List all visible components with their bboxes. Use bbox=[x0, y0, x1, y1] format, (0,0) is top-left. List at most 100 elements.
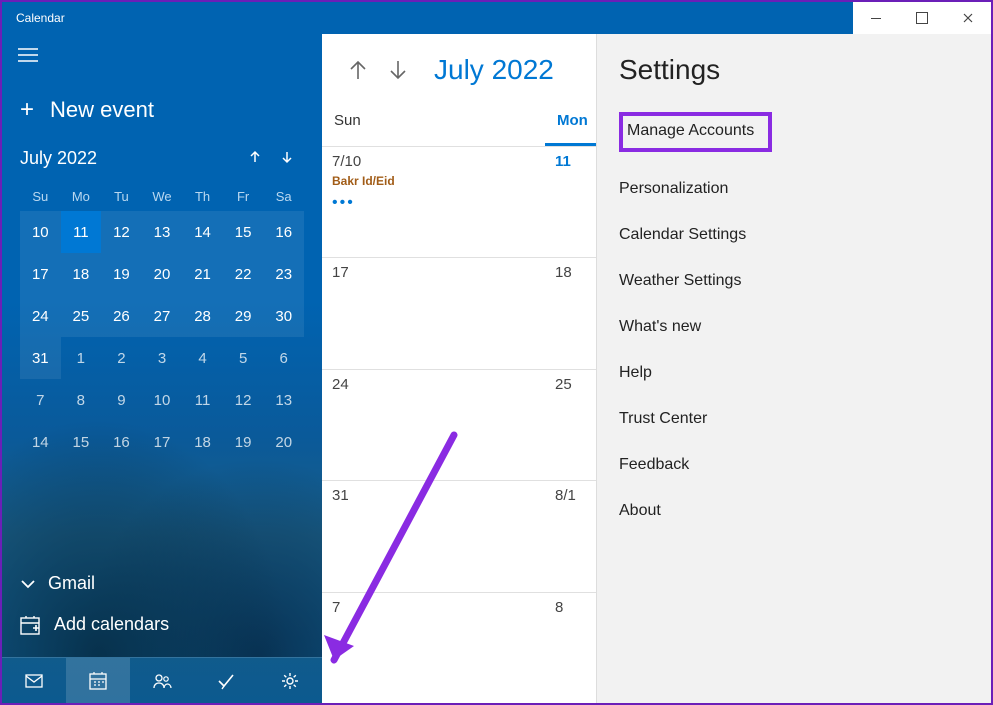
mini-day[interactable]: 13 bbox=[263, 379, 304, 421]
new-event-button[interactable]: + New event bbox=[2, 76, 322, 148]
mini-day[interactable]: 18 bbox=[182, 421, 223, 463]
mini-day[interactable]: 28 bbox=[182, 295, 223, 337]
mail-app-button[interactable] bbox=[2, 658, 66, 703]
mini-day[interactable]: 13 bbox=[142, 211, 183, 253]
mini-day[interactable]: 29 bbox=[223, 295, 264, 337]
main-month-title[interactable]: July 2022 bbox=[434, 54, 554, 86]
gear-icon bbox=[280, 671, 300, 691]
mini-day[interactable]: 26 bbox=[101, 295, 142, 337]
window-close-button[interactable] bbox=[945, 2, 991, 34]
mini-day[interactable]: 15 bbox=[223, 211, 264, 253]
mini-day-header: Fr bbox=[223, 181, 264, 211]
calendar-cell[interactable]: 24 bbox=[322, 369, 545, 480]
mini-day[interactable]: 4 bbox=[182, 337, 223, 379]
mini-day[interactable]: 3 bbox=[142, 337, 183, 379]
add-calendars-button[interactable]: Add calendars bbox=[16, 604, 308, 645]
settings-item-trust-center[interactable]: Trust Center bbox=[619, 396, 969, 442]
add-calendar-icon bbox=[20, 615, 40, 635]
mini-day[interactable]: 11 bbox=[182, 379, 223, 421]
calendar-cell[interactable]: 7/10 Bakr Id/Eid ••• bbox=[322, 146, 545, 257]
mini-day[interactable]: 10 bbox=[142, 379, 183, 421]
settings-item-personalization[interactable]: Personalization bbox=[619, 166, 969, 212]
settings-item-about[interactable]: About bbox=[619, 488, 969, 534]
settings-button[interactable] bbox=[258, 658, 322, 703]
mini-day[interactable]: 9 bbox=[101, 379, 142, 421]
mini-day[interactable]: 19 bbox=[223, 421, 264, 463]
mini-day[interactable]: 12 bbox=[223, 379, 264, 421]
mini-day[interactable]: 30 bbox=[263, 295, 304, 337]
sidebar: + New event July 2022 SuMoTuWeThFrSa1011… bbox=[2, 34, 322, 703]
mini-day[interactable]: 7 bbox=[20, 379, 61, 421]
mini-prev-button[interactable] bbox=[248, 148, 262, 169]
mini-day[interactable]: 22 bbox=[223, 253, 264, 295]
mini-day-header: Su bbox=[20, 181, 61, 211]
mini-day[interactable]: 23 bbox=[263, 253, 304, 295]
mini-day[interactable]: 31 bbox=[20, 337, 61, 379]
cell-date: 7 bbox=[332, 599, 535, 616]
mini-day[interactable]: 21 bbox=[182, 253, 223, 295]
mini-month-label: July 2022 bbox=[20, 148, 248, 169]
calendar-cell[interactable]: 31 bbox=[322, 480, 545, 591]
settings-item-manage-accounts[interactable]: Manage Accounts bbox=[619, 112, 772, 152]
mini-day[interactable]: 1 bbox=[61, 337, 102, 379]
mini-day-header: Th bbox=[182, 181, 223, 211]
mini-day[interactable]: 17 bbox=[20, 253, 61, 295]
mini-day[interactable]: 20 bbox=[142, 253, 183, 295]
settings-item-calendar-settings[interactable]: Calendar Settings bbox=[619, 212, 969, 258]
event[interactable]: Bakr Id/Eid bbox=[332, 174, 535, 188]
mini-day[interactable]: 6 bbox=[263, 337, 304, 379]
todo-app-button[interactable] bbox=[194, 658, 258, 703]
mini-day[interactable]: 2 bbox=[101, 337, 142, 379]
calendar-main-view: July 2022 SunMonTue 7/10Bakr Id/Eid•••11… bbox=[322, 34, 991, 703]
mini-day[interactable]: 16 bbox=[263, 211, 304, 253]
prev-period-button[interactable] bbox=[344, 56, 372, 84]
cell-date: 7/10 bbox=[332, 153, 535, 170]
mini-day[interactable]: 25 bbox=[61, 295, 102, 337]
mini-day[interactable]: 17 bbox=[142, 421, 183, 463]
window-title: Calendar bbox=[2, 11, 853, 25]
cell-date: 17 bbox=[332, 264, 535, 281]
mini-day[interactable]: 5 bbox=[223, 337, 264, 379]
next-period-button[interactable] bbox=[384, 56, 412, 84]
mini-day-header: Tu bbox=[101, 181, 142, 211]
calendar-cell[interactable]: 7 bbox=[322, 592, 545, 703]
day-header: Sun bbox=[322, 104, 545, 146]
window-minimize-button[interactable] bbox=[853, 2, 899, 34]
mini-day[interactable]: 14 bbox=[182, 211, 223, 253]
mini-day[interactable]: 15 bbox=[61, 421, 102, 463]
new-event-label: New event bbox=[50, 97, 154, 123]
people-app-button[interactable] bbox=[130, 658, 194, 703]
settings-item-feedback[interactable]: Feedback bbox=[619, 442, 969, 488]
mini-day[interactable]: 10 bbox=[20, 211, 61, 253]
cell-date: 31 bbox=[332, 487, 535, 504]
mini-day[interactable]: 19 bbox=[101, 253, 142, 295]
mini-day[interactable]: 18 bbox=[61, 253, 102, 295]
mini-calendar: July 2022 SuMoTuWeThFrSa1011121314151617… bbox=[2, 148, 322, 463]
settings-item-what-s-new[interactable]: What's new bbox=[619, 304, 969, 350]
mini-day[interactable]: 27 bbox=[142, 295, 183, 337]
add-calendars-label: Add calendars bbox=[54, 614, 169, 635]
settings-pane: Settings Manage Accounts PersonalizationC… bbox=[596, 34, 991, 703]
mini-day[interactable]: 8 bbox=[61, 379, 102, 421]
settings-title: Settings bbox=[619, 54, 969, 86]
mini-day[interactable]: 24 bbox=[20, 295, 61, 337]
plus-icon: + bbox=[20, 96, 34, 124]
mini-day-header: Mo bbox=[61, 181, 102, 211]
settings-item-weather-settings[interactable]: Weather Settings bbox=[619, 258, 969, 304]
mini-day[interactable]: 12 bbox=[101, 211, 142, 253]
calendar-app-button[interactable] bbox=[66, 658, 130, 703]
mini-day[interactable]: 20 bbox=[263, 421, 304, 463]
mini-day[interactable]: 14 bbox=[20, 421, 61, 463]
window-maximize-button[interactable] bbox=[899, 2, 945, 34]
settings-item-help[interactable]: Help bbox=[619, 350, 969, 396]
account-label: Gmail bbox=[48, 573, 95, 594]
mini-next-button[interactable] bbox=[280, 148, 294, 169]
more-events-button[interactable]: ••• bbox=[332, 194, 535, 212]
hamburger-menu-button[interactable] bbox=[2, 34, 322, 76]
account-gmail[interactable]: Gmail bbox=[16, 563, 308, 604]
mini-day[interactable]: 11 bbox=[61, 211, 102, 253]
calendar-cell[interactable]: 17 bbox=[322, 257, 545, 368]
mini-day-header: We bbox=[142, 181, 183, 211]
chevron-down-icon bbox=[20, 576, 36, 592]
mini-day[interactable]: 16 bbox=[101, 421, 142, 463]
